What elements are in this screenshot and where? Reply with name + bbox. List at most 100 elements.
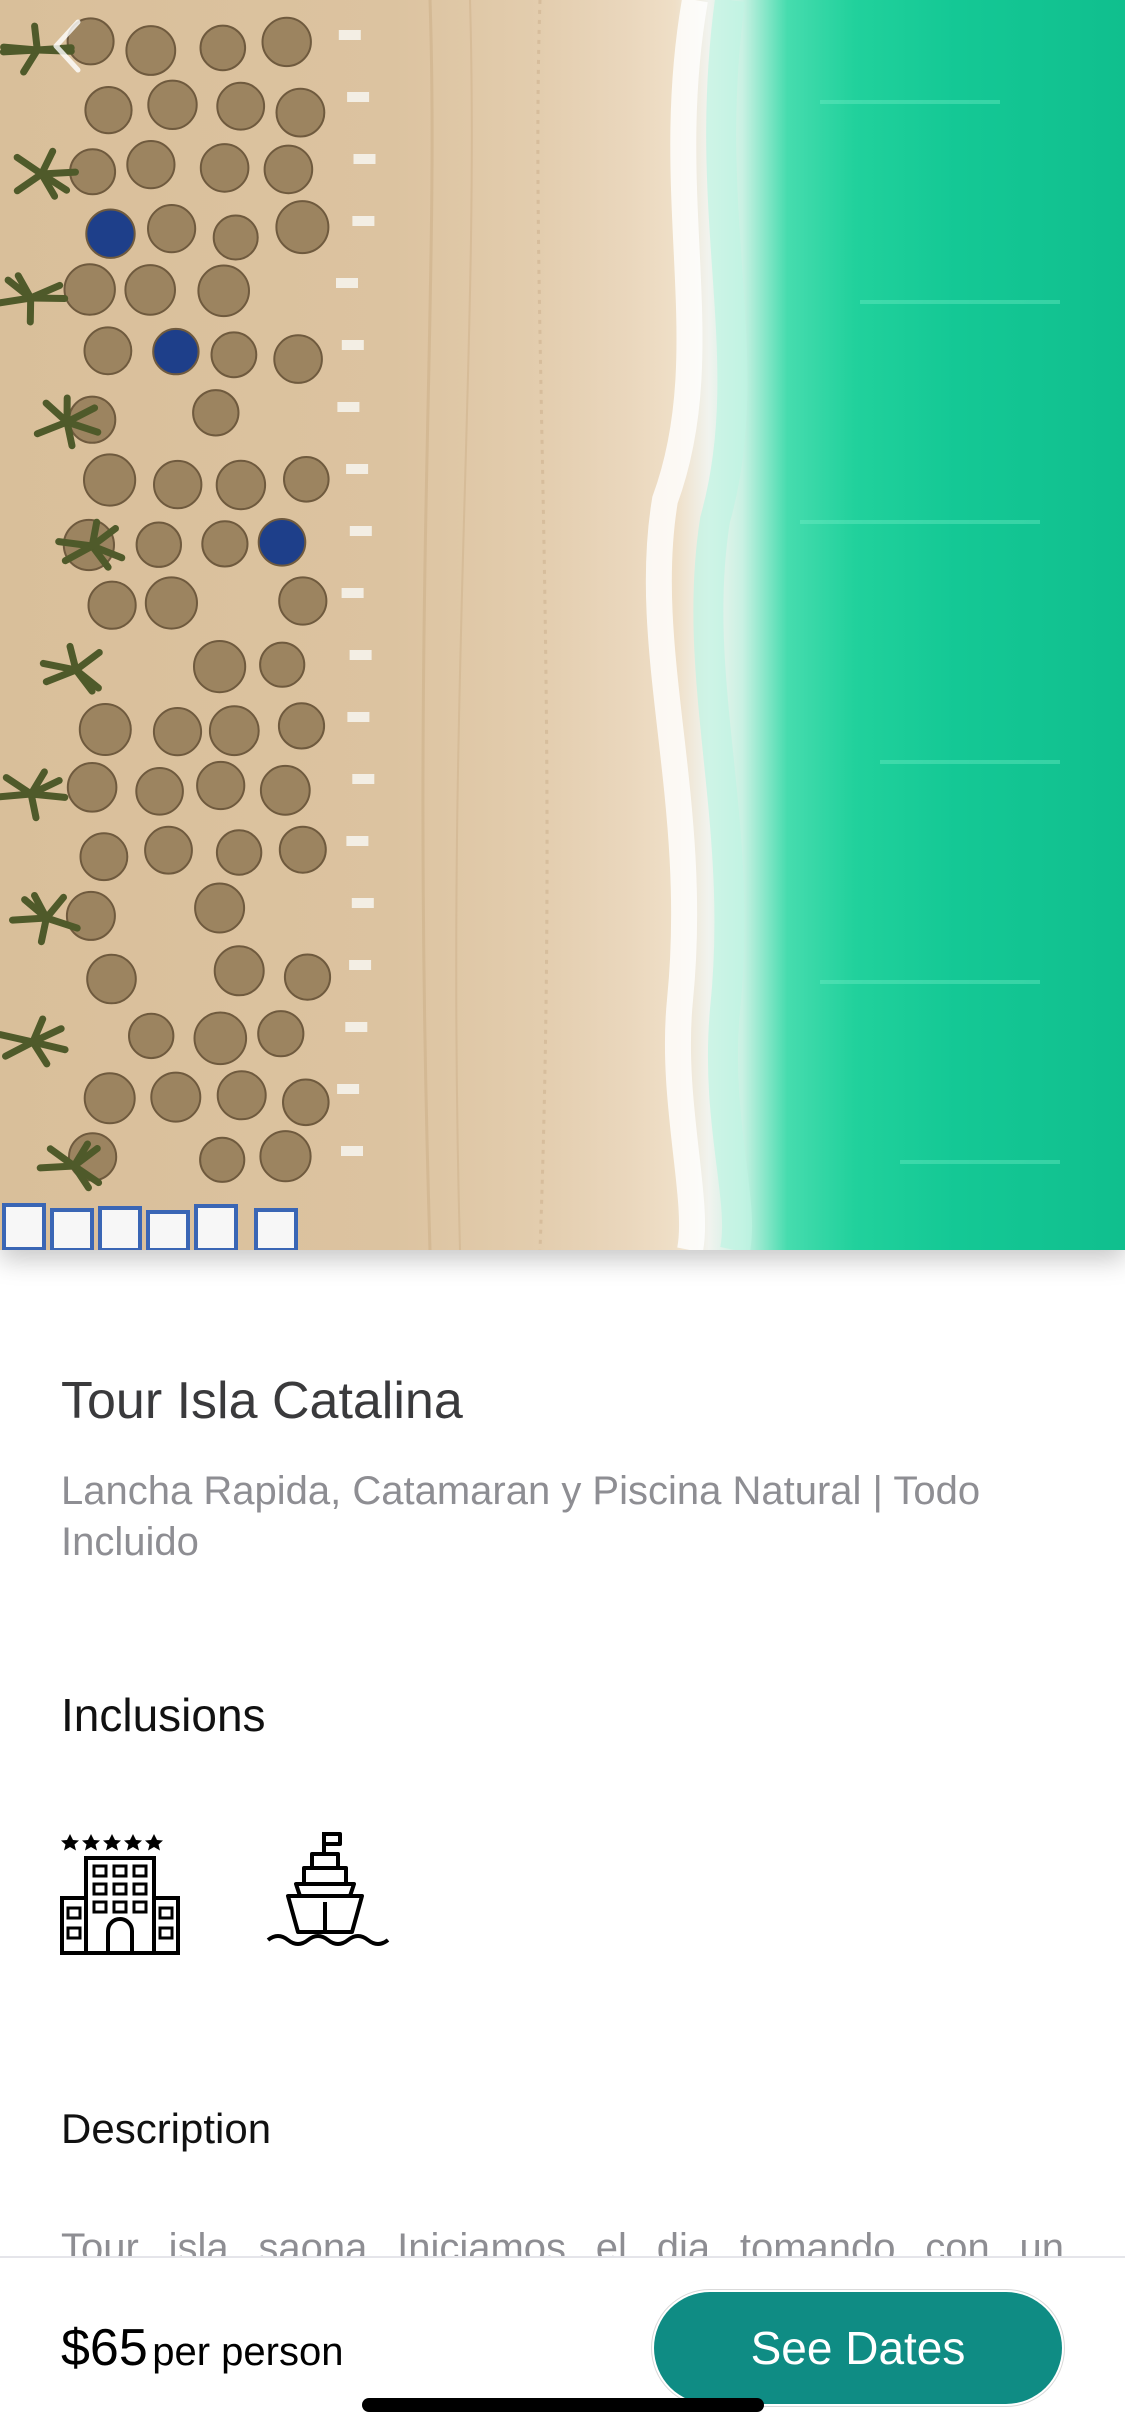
beach-illustration	[0, 0, 1060, 1250]
umbrella	[87, 580, 137, 630]
umbrella	[83, 326, 133, 376]
umbrella	[259, 641, 306, 688]
umbrella	[283, 456, 330, 503]
lounger	[349, 650, 372, 660]
umbrella	[126, 140, 176, 190]
umbrella	[147, 204, 197, 254]
lounger	[352, 216, 375, 226]
lounger	[347, 712, 370, 722]
palm-leaf	[55, 538, 96, 550]
umbrella	[273, 334, 323, 384]
umbrella	[216, 1070, 267, 1121]
palm-leaf	[31, 22, 41, 54]
umbrella	[79, 832, 129, 882]
umbrella	[147, 79, 198, 131]
tour-subtitle: Lancha Rapida, Catamaran y Piscina Natur…	[61, 1469, 981, 1564]
umbrella	[66, 762, 118, 813]
lounger	[341, 588, 364, 598]
umbrella	[124, 264, 176, 316]
tour-title: Tour Isla Catalina	[61, 1372, 463, 1430]
palm-leaf	[72, 649, 103, 674]
umbrella	[212, 214, 259, 261]
lounger	[351, 898, 374, 908]
lounger	[341, 1146, 363, 1156]
umbrella	[215, 459, 267, 511]
umbrella	[259, 764, 311, 816]
palm-leaf	[0, 1031, 37, 1046]
lounger	[345, 1022, 368, 1032]
umbrella	[261, 16, 312, 68]
umbrella	[83, 1072, 136, 1125]
lounger	[352, 774, 375, 784]
palm-leaf	[2, 774, 35, 798]
umbrella	[199, 24, 247, 72]
home-indicator[interactable]	[362, 2398, 764, 2412]
umbrella	[196, 760, 246, 811]
lounger	[341, 340, 364, 350]
lounger	[337, 402, 360, 412]
umbrella	[86, 953, 137, 1005]
price-amount: $65	[61, 2319, 148, 2377]
lounger	[353, 154, 376, 164]
lounger	[336, 278, 358, 288]
umbrella	[153, 459, 203, 510]
umbrella	[278, 825, 327, 874]
umbrella	[216, 81, 266, 131]
hotel-icon	[60, 1834, 180, 1955]
umbrella	[278, 576, 328, 626]
lounger	[338, 30, 361, 40]
palm-leaf	[0, 43, 41, 54]
price-label: $65 per person	[61, 2316, 343, 2393]
umbrella	[152, 327, 200, 376]
palm-leaf	[63, 418, 76, 450]
umbrella	[193, 640, 247, 694]
umbrella	[144, 576, 198, 630]
umbrella	[65, 890, 116, 941]
umbrella	[208, 705, 260, 757]
umbrella	[193, 1011, 248, 1066]
see-dates-button[interactable]: See Dates	[654, 2292, 1062, 2404]
lounger	[349, 526, 372, 536]
lounger	[349, 960, 372, 970]
umbrella	[283, 953, 332, 1001]
umbrella	[83, 453, 137, 507]
umbrella	[78, 703, 132, 756]
umbrella	[150, 1071, 202, 1123]
umbrella	[213, 945, 265, 997]
umbrella	[257, 1010, 305, 1058]
umbrella	[84, 86, 133, 135]
umbrella	[201, 520, 249, 568]
umbrella	[125, 25, 177, 76]
palm-leaf	[13, 153, 46, 178]
boat-icon	[266, 1832, 390, 1946]
palm-leaf	[42, 893, 67, 922]
umbrella	[257, 518, 307, 567]
tour-detail-screen: Tour Isla Catalina Lancha Rapida, Catama…	[0, 0, 1125, 2436]
umbrella	[199, 143, 250, 193]
palm-leaf	[13, 170, 46, 195]
umbrella	[194, 882, 246, 934]
umbrella	[282, 1078, 330, 1127]
umbrella	[85, 208, 136, 259]
umbrella	[275, 200, 330, 255]
umbrella	[275, 87, 326, 138]
lounger	[337, 1084, 360, 1094]
umbrella	[135, 767, 184, 816]
umbrella	[63, 263, 116, 316]
umbrella	[135, 521, 183, 568]
umbrella	[197, 264, 250, 318]
umbrella	[277, 702, 326, 750]
palm-leaf	[9, 914, 50, 924]
back-button[interactable]	[48, 18, 112, 82]
chevron-left-icon	[53, 19, 81, 73]
umbrella	[152, 707, 203, 757]
lounger	[346, 836, 369, 846]
hero-image	[0, 0, 1125, 1250]
palm-leaf	[27, 790, 40, 822]
lounger	[346, 464, 369, 474]
palm-leaf	[33, 418, 71, 438]
palm-leaf	[38, 168, 79, 178]
description-heading: Description	[61, 2105, 272, 2152]
umbrella	[144, 825, 193, 875]
umbrella	[192, 389, 240, 437]
